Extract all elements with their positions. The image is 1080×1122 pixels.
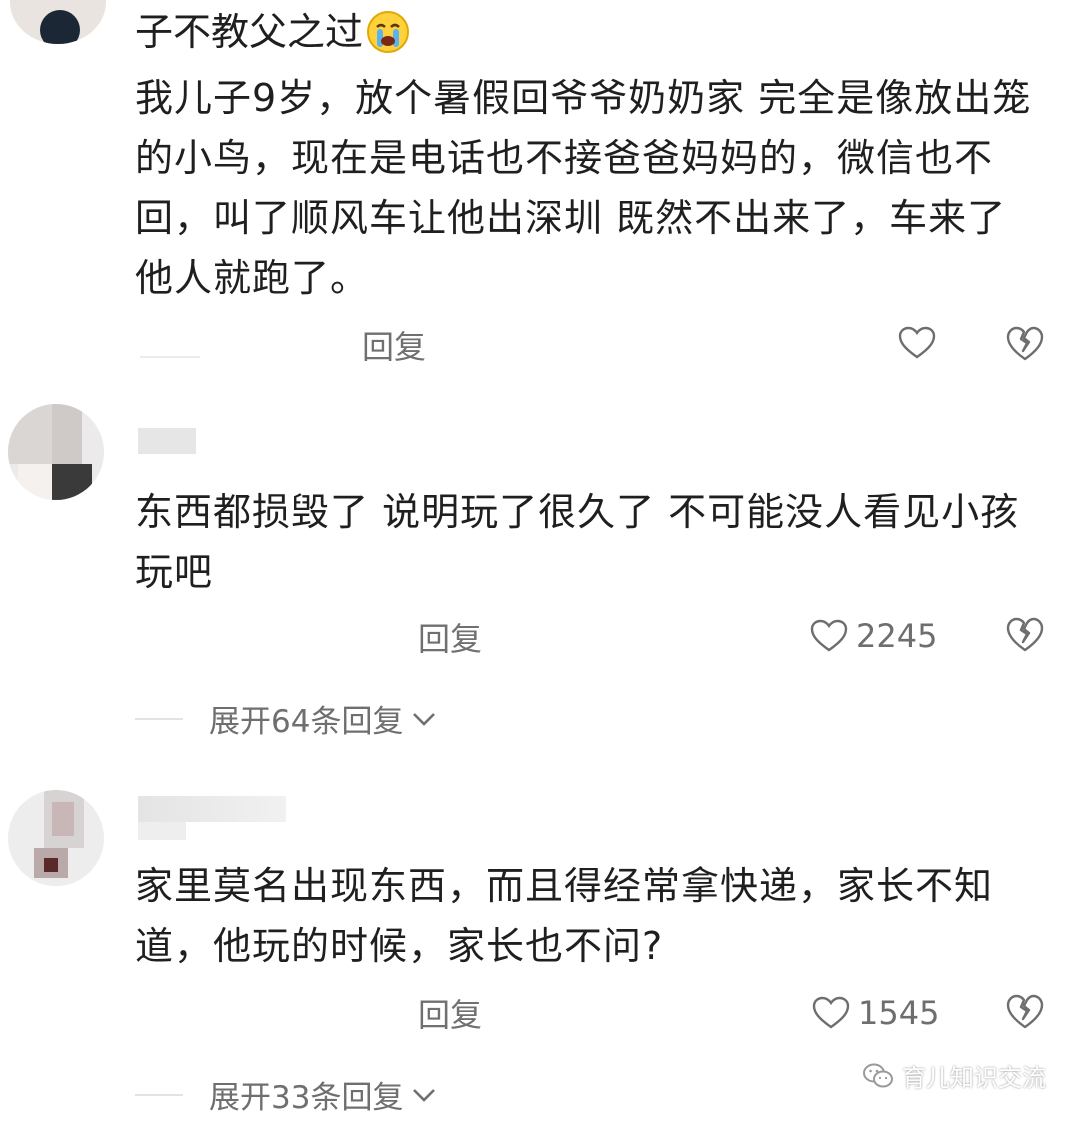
divider — [135, 1093, 183, 1096]
dislike-button[interactable] — [1006, 617, 1044, 657]
expand-replies-label: 展开64条回复 — [209, 704, 404, 740]
avatar[interactable] — [8, 790, 104, 886]
comment-heading-text: 子不教父之过 — [135, 10, 364, 54]
like-button[interactable] — [898, 326, 944, 360]
comment-text: 我儿子9岁，放个暑假回爷爷奶奶家 完全是像放出笼的小鸟，现在是电话也不接爸爸妈妈… — [135, 76, 1032, 300]
like-count: 2245 — [856, 617, 938, 655]
reply-button[interactable]: 回复 — [418, 990, 482, 1036]
wechat-icon — [863, 1063, 893, 1087]
expand-replies-label: 展开33条回复 — [209, 1080, 404, 1116]
avatar-blur — [18, 464, 52, 500]
dislike-button[interactable] — [1006, 326, 1044, 366]
watermark: 育儿知识交流 — [862, 1058, 1046, 1093]
expand-replies-button[interactable]: 展开64条回复 — [135, 696, 437, 741]
comment-text: 家里莫名出现东西，而且得经常拿快递，家长不知道，他玩的时候，家长也不问? — [135, 864, 994, 968]
avatar[interactable] — [10, 0, 106, 44]
heart-icon — [898, 326, 936, 359]
chevron-down-icon — [413, 1088, 436, 1102]
comment-heading: 子不教父之过 — [135, 2, 411, 62]
heart-icon — [812, 996, 850, 1029]
like-button[interactable]: 1545 — [812, 994, 939, 1032]
avatar-figure — [40, 10, 80, 44]
avatar-blur — [52, 802, 74, 836]
divider — [140, 356, 200, 358]
like-count: 1545 — [858, 994, 940, 1032]
username[interactable] — [138, 428, 196, 454]
comment-text: 东西都损毁了 说明玩了很久了 不可能没人看见小孩玩吧 — [135, 490, 1020, 594]
broken-heart-icon — [1006, 994, 1044, 1029]
chevron-down-icon — [413, 712, 436, 726]
username[interactable] — [138, 796, 286, 822]
avatar-blur — [8, 404, 52, 464]
crying-face-icon — [367, 11, 410, 53]
dislike-button[interactable] — [1006, 994, 1044, 1034]
avatar-blur — [52, 404, 82, 464]
reply-button[interactable]: 回复 — [362, 322, 426, 368]
broken-heart-icon — [1006, 617, 1044, 652]
expand-replies-button[interactable]: 展开33条回复 — [135, 1072, 437, 1117]
watermark-text: 育儿知识交流 — [902, 1064, 1046, 1092]
username — [138, 822, 186, 840]
broken-heart-icon — [1006, 326, 1044, 361]
reply-button[interactable]: 回复 — [418, 614, 482, 660]
avatar-blur — [44, 858, 58, 872]
like-button[interactable]: 2245 — [810, 617, 937, 655]
avatar-blur — [52, 464, 92, 500]
divider — [135, 717, 183, 720]
avatar[interactable] — [8, 404, 104, 500]
heart-icon — [810, 619, 848, 652]
